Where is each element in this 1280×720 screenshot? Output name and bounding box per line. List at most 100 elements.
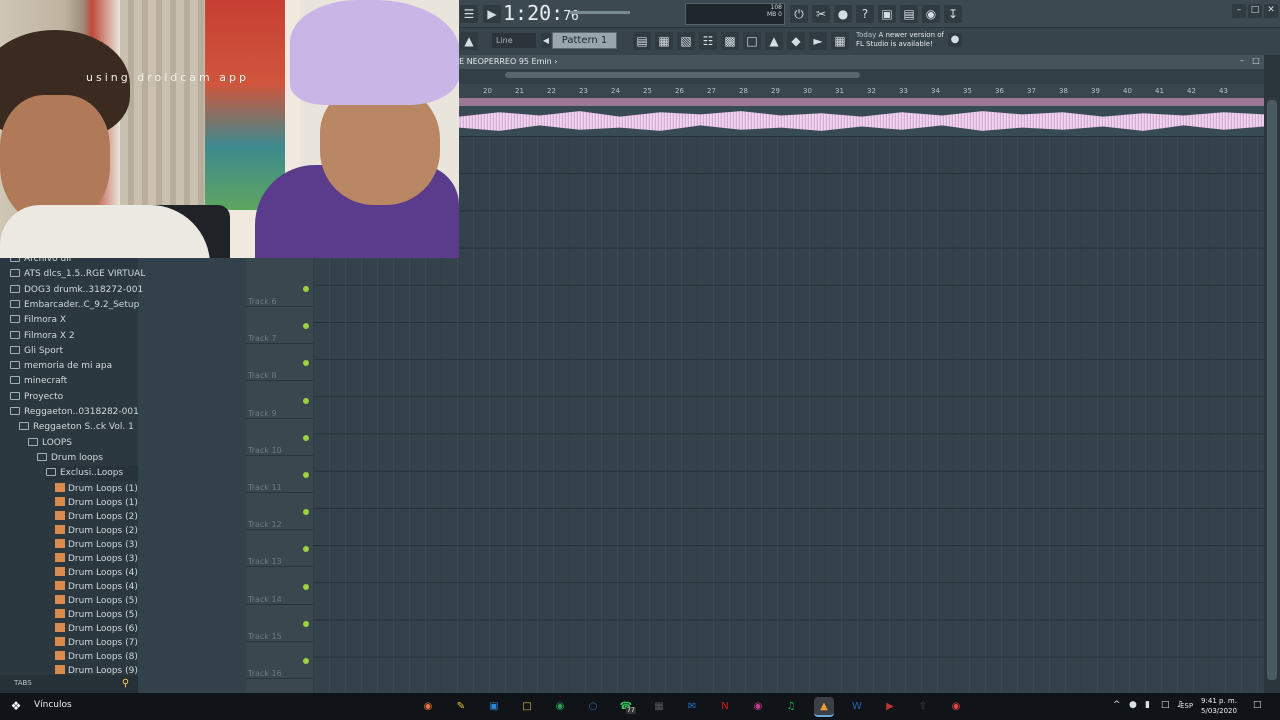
outlook-taskbar-icon[interactable]: ✉ [682,697,702,717]
browser-file[interactable]: Drum Loops (4) [55,566,138,581]
browser-file[interactable]: Drum Loops (3) [55,538,138,553]
playlist-maximize-icon[interactable]: □ [1250,56,1262,68]
playlist-title-bar[interactable]: E NEOPERREO 95 Emin › [459,55,1280,69]
snap-select[interactable]: Line [492,33,536,48]
piano-roll-icon[interactable]: ▦ [655,32,673,50]
track-header[interactable]: Track 9 [246,382,313,419]
track-header[interactable]: Track 14 [246,568,313,605]
horizontal-scrollbar[interactable] [505,72,860,78]
track-mute-led[interactable] [303,658,309,664]
word-taskbar-icon[interactable]: W [847,697,867,717]
track-header[interactable]: Track 15 [246,605,313,642]
news-panel[interactable]: Today A newer version of FL Studio is av… [856,31,944,49]
project-icon[interactable]: □ [743,32,761,50]
export-icon[interactable]: ▤ [900,5,918,23]
track-header[interactable]: Track 8 [246,344,313,382]
store-taskbar-icon[interactable]: ▣ [484,697,504,717]
power-icon[interactable]: ⏻ [790,5,808,23]
browser-file[interactable]: Drum Loops (5) [55,594,138,609]
browser-file[interactable]: Drum Loops (4) [55,580,138,595]
globe-icon[interactable]: ● [948,33,962,47]
track-header[interactable]: Track 11 [246,456,313,493]
browser-folder[interactable]: Filmora X [10,313,138,328]
save-icon[interactable]: ▣ [878,5,896,23]
browser-folder[interactable]: Gli Sport [10,344,138,359]
track-mute-led[interactable] [303,472,309,478]
track-mute-led[interactable] [303,583,309,590]
browser-file[interactable]: Drum Loops (2) [55,524,138,539]
browser-folder[interactable]: memoria de mi apa [10,359,138,374]
browser-folder[interactable]: ATS dlcs_1.5..RGE VIRTUAL [10,267,145,282]
help-icon[interactable]: ? [856,5,874,23]
track-header[interactable]: Track 7 [246,307,313,345]
media-taskbar-icon[interactable]: ▶ [880,697,900,717]
performance-icon[interactable]: ◆ [787,32,805,50]
browser-file[interactable]: Drum Loops (8) [55,650,138,665]
download-icon[interactable]: ↧ [944,5,962,23]
upload-taskbar-icon[interactable]: ⇧ [913,697,933,717]
browser-file[interactable]: Drum Loops (5) [55,608,138,623]
tray-network-icon[interactable]: □ [1161,700,1170,710]
calculator-taskbar-icon[interactable]: ▦ [649,697,669,717]
close-icon[interactable]: ✕ [1264,4,1278,18]
track-mute-led[interactable] [303,620,309,627]
browser-folder[interactable]: Exclusi..Loops [46,466,138,482]
notifications-icon[interactable]: □ [1253,700,1262,710]
chrome-taskbar-icon[interactable]: ◉ [550,697,570,717]
browser-folder[interactable]: minecraft [10,374,138,389]
netflix-taskbar-icon[interactable]: N [715,697,735,717]
track-mute-led[interactable] [303,509,309,516]
metronome-icon[interactable]: ▲ [460,32,478,50]
track-mute-led[interactable] [303,434,309,441]
track-mute-led[interactable] [303,286,309,292]
steam-taskbar-icon[interactable]: ○ [583,697,603,717]
track-header[interactable]: Track 16 [246,642,313,679]
browser-file[interactable]: Drum Loops (2) [55,510,138,525]
plugin-icon[interactable]: ▲ [765,32,783,50]
audio-clip-header[interactable] [459,98,1264,106]
playlist-minimize-icon[interactable]: – [1236,56,1248,68]
track-mute-led[interactable] [303,323,309,330]
tray-chevron-icon[interactable]: ^ [1113,700,1121,710]
cut-icon[interactable]: ✂ [812,5,830,23]
grid-icon[interactable]: ▦ [831,32,849,50]
browser-folder[interactable]: Reggaeton..0318282-001 [10,405,139,420]
pattern-selector[interactable]: Pattern 1 [552,32,617,49]
track-header[interactable]: Track 13 [246,530,313,568]
chrome-alt-taskbar-icon[interactable]: ◉ [946,697,966,717]
track-header[interactable]: Track 6 [246,270,313,307]
browser-file[interactable]: Drum Loops (3) [55,552,138,567]
track-header[interactable]: Track 12 [246,493,313,531]
mic-icon[interactable]: ● [834,5,852,23]
mixer-icon[interactable]: ☷ [699,32,717,50]
pattern-arrow-icon[interactable]: ◀ [541,33,551,48]
tray-battery-icon[interactable]: ▮ [1145,700,1150,710]
instagram-taskbar-icon[interactable]: ◉ [748,697,768,717]
browser-folder[interactable]: DOG3 drumk..318272-001 [10,283,143,298]
track-mute-led[interactable] [303,397,309,404]
vertical-scroll-thumb[interactable] [1267,100,1277,680]
tray-mic-icon[interactable]: ● [1129,700,1137,710]
menu-icon[interactable]: ☰ [460,5,478,23]
browser-tabs-label[interactable]: TABS [14,679,32,687]
system-clock[interactable]: 9:41 p. m. 5/03/2020 [1198,696,1240,716]
channel-rack-icon[interactable]: ▧ [677,32,695,50]
chat-icon[interactable]: ◉ [922,5,940,23]
minimize-icon[interactable]: – [1232,4,1246,18]
browser-folder[interactable]: Proyecto [10,390,138,405]
fl-studio-taskbar-icon[interactable]: ▲ [814,697,834,717]
file-manager-taskbar-icon[interactable]: ✎ [451,697,471,717]
language-indicator[interactable]: ESP [1180,702,1193,710]
play-mode-icon[interactable]: ▶ [483,5,501,23]
timeline-ruler[interactable]: 20 21 22 23 24 25 26 27 28 29 30 31 32 33 34 35 36 37 38 39… [459,84,1264,98]
browser-folder[interactable]: LOOPS [28,436,138,451]
browser-file[interactable]: Drum Loops (1) [55,482,138,497]
search-icon[interactable]: ⚲ [119,677,132,690]
firefox-taskbar-icon[interactable]: ◉ [418,697,438,717]
spotify-taskbar-icon[interactable]: ♫ [781,697,801,717]
browser-icon[interactable]: ▩ [721,32,739,50]
browser-folder[interactable]: Drum loops [37,451,138,466]
tempo-tap-icon[interactable]: ► [809,32,827,50]
windows-start-icon[interactable]: ❖ [9,699,23,713]
master-volume-slider[interactable] [570,11,630,14]
